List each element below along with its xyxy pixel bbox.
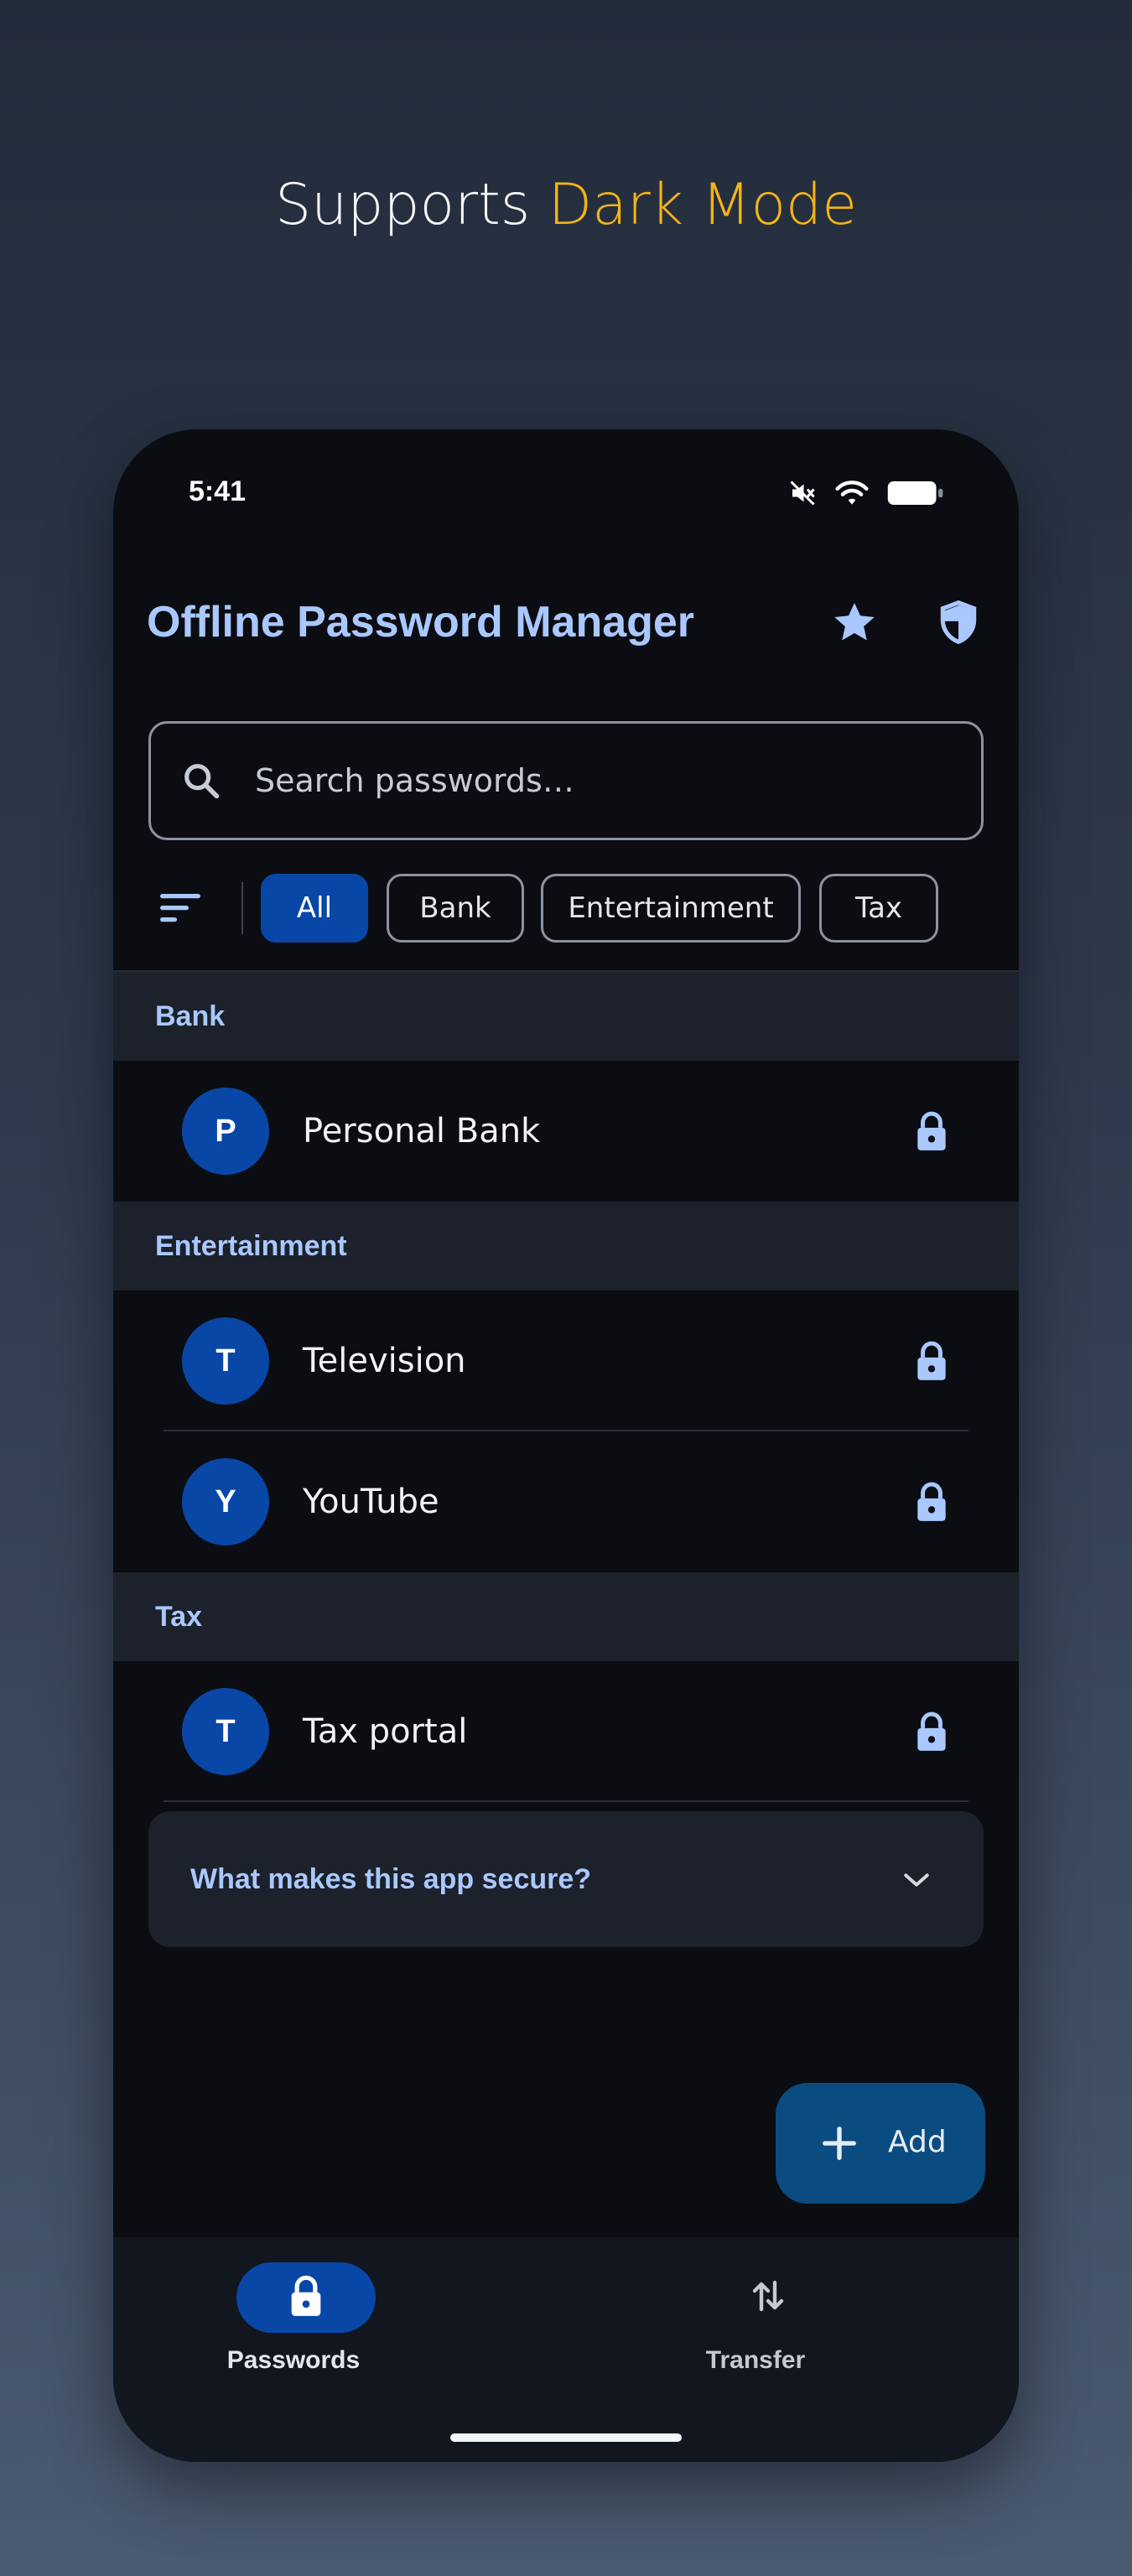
row-separator xyxy=(164,1800,968,1802)
lock-icon xyxy=(906,1106,957,1156)
item-name: YouTube xyxy=(303,1483,439,1521)
bottom-nav: Passwords Transfer xyxy=(113,2237,1019,2462)
filter-row: All Bank Entertainment Tax xyxy=(113,874,1019,944)
section-title: Tax xyxy=(155,1600,203,1633)
phone-frame: 5:41 Offline Password Manager Search pas… xyxy=(113,429,1019,2462)
search-icon xyxy=(178,757,225,804)
avatar: P xyxy=(182,1088,269,1175)
chevron-down-icon xyxy=(896,1860,937,1900)
star-icon xyxy=(830,598,879,651)
avatar: T xyxy=(182,1688,269,1775)
chip-all[interactable]: All xyxy=(261,874,368,943)
filter-divider xyxy=(241,882,243,934)
sort-button[interactable] xyxy=(155,882,209,936)
search-bar[interactable] xyxy=(148,721,984,840)
muted-icon xyxy=(787,478,818,508)
status-icons xyxy=(787,478,945,508)
section-header-bank: Bank xyxy=(113,972,1019,1061)
chip-bank[interactable]: Bank xyxy=(387,874,524,943)
list-item[interactable]: Y YouTube xyxy=(113,1431,1019,1572)
faq-question: What makes this app secure? xyxy=(190,1862,592,1895)
shield-icon xyxy=(935,598,982,651)
list-item[interactable]: P Personal Bank xyxy=(113,1061,1019,1202)
home-indicator xyxy=(450,2433,682,2442)
battery-icon xyxy=(886,478,945,508)
page-title: Offline Password Manager xyxy=(147,598,695,647)
transfer-icon xyxy=(748,2274,788,2322)
section-title: Bank xyxy=(155,1000,226,1032)
avatar: Y xyxy=(182,1458,269,1545)
wifi-icon xyxy=(834,479,870,507)
security-button[interactable] xyxy=(932,597,985,651)
add-button-label: Add xyxy=(888,2125,947,2159)
item-name: Television xyxy=(303,1342,466,1380)
section-header-tax: Tax xyxy=(113,1572,1019,1661)
lock-icon xyxy=(906,1706,957,1757)
search-input[interactable] xyxy=(255,762,926,799)
lock-icon xyxy=(906,1477,957,1527)
nav-label: Transfer xyxy=(705,2346,806,2374)
sort-icon xyxy=(160,891,204,928)
nav-item-transfer[interactable]: Transfer xyxy=(630,2237,881,2405)
status-time: 5:41 xyxy=(189,475,247,507)
nav-label: Passwords xyxy=(226,2346,361,2374)
item-name: Personal Bank xyxy=(303,1112,541,1150)
headline: Supports Dark Mode xyxy=(0,172,1132,238)
headline-prefix: Supports xyxy=(274,172,548,238)
nav-item-passwords[interactable]: Passwords xyxy=(168,2237,419,2405)
lock-icon xyxy=(906,1336,957,1386)
lock-icon xyxy=(288,2274,325,2322)
nav-pill xyxy=(236,2262,376,2333)
avatar: T xyxy=(182,1317,269,1405)
section-header-entertainment: Entertainment xyxy=(113,1202,1019,1291)
item-name: Tax portal xyxy=(303,1712,468,1751)
nav-pill xyxy=(698,2262,838,2333)
chip-entertainment[interactable]: Entertainment xyxy=(541,874,801,943)
list-item[interactable]: T Television xyxy=(113,1291,1019,1431)
status-bar: 5:41 xyxy=(113,429,1019,555)
add-button[interactable]: Add xyxy=(776,2083,985,2204)
favorites-button[interactable] xyxy=(828,597,881,651)
headline-accent: Dark Mode xyxy=(548,172,858,238)
faq-expander[interactable]: What makes this app secure? xyxy=(148,1811,984,1947)
chip-tax[interactable]: Tax xyxy=(819,874,938,943)
section-title: Entertainment xyxy=(155,1229,347,1262)
list-item[interactable]: T Tax portal xyxy=(113,1661,1019,1802)
plus-icon xyxy=(818,2122,861,2165)
